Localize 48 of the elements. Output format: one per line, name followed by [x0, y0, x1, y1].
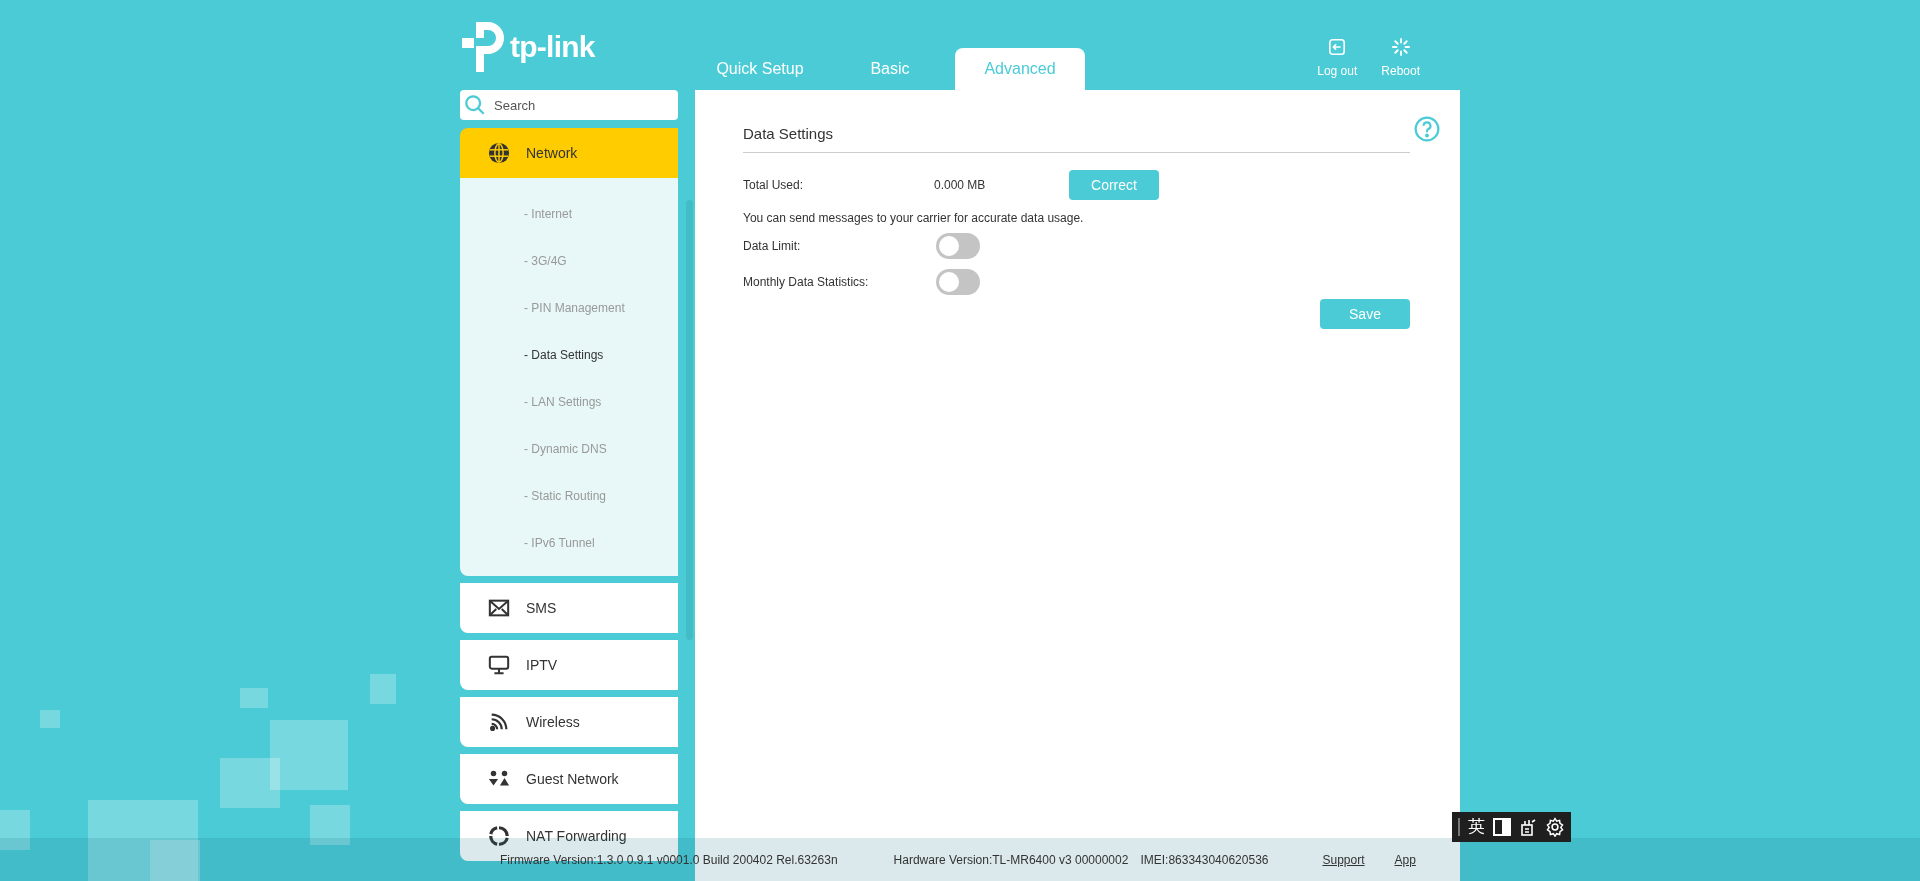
logout-icon [1328, 38, 1347, 56]
field-label: Data Limit: [743, 238, 802, 255]
wifi-signal-icon [488, 711, 510, 733]
nav-tab[interactable]: Quick Setup [695, 48, 825, 90]
logo-text: tp-link [510, 32, 595, 62]
sidebar-item[interactable]: Wireless [460, 697, 678, 747]
reboot-button[interactable]: Reboot [1381, 38, 1420, 80]
help-icon[interactable] [1414, 116, 1440, 142]
toggle-switch[interactable] [936, 233, 980, 259]
submenu-item[interactable]: - IPv6 Tunnel [460, 519, 678, 566]
nav-tab[interactable]: Basic [825, 48, 955, 90]
info-text: You can send messages to your carrier for accurate data usage. [743, 210, 1085, 227]
submenu-item[interactable]: - LAN Settings [460, 378, 678, 425]
hardware-version: Hardware Version:TL-MR6400 v3 00000002 [893, 851, 1129, 869]
logo-icon [460, 22, 506, 72]
sidebar-item[interactable]: Guest Network [460, 754, 678, 804]
globe-icon [488, 142, 510, 164]
half-square-icon[interactable] [1493, 818, 1511, 836]
monitor-icon [488, 654, 510, 676]
input-mode-indicator[interactable]: 英 [1468, 814, 1485, 840]
settings-icon[interactable] [1545, 817, 1565, 837]
nav-tab[interactable]: Advanced [955, 48, 1085, 90]
sidebar-item[interactable]: SMS [460, 583, 678, 633]
submenu-item[interactable]: - Data Settings [460, 331, 678, 378]
sidebar-item[interactable]: IPTV [460, 640, 678, 690]
footer-link[interactable]: Support [1322, 850, 1365, 869]
spinner-icon [1391, 38, 1410, 56]
logout-button[interactable]: Log out [1317, 38, 1358, 80]
submenu-item[interactable]: - PIN Management [460, 284, 678, 331]
correct-button[interactable]: Correct [1069, 170, 1159, 200]
save-button[interactable]: Save [1320, 299, 1410, 329]
field-label: Total Used: [743, 177, 805, 194]
imei-text: IMEI:863343040620536 [1140, 851, 1269, 869]
submenu-item[interactable]: - Dynamic DNS [460, 425, 678, 472]
submenu-item[interactable]: - Internet [460, 190, 678, 237]
submenu-item[interactable]: - 3G/4G [460, 237, 678, 284]
search-field[interactable]: Search [460, 90, 678, 120]
envelope-icon [488, 597, 510, 619]
field-label: Monthly Data Statistics: [743, 274, 870, 291]
submenu-item[interactable]: - Static Routing [460, 472, 678, 519]
footer-link[interactable]: App [1394, 850, 1416, 869]
search-icon [464, 94, 486, 116]
circular-arrows-icon [488, 825, 510, 847]
section-title: Data Settings [743, 125, 834, 142]
sidebar-item[interactable]: Network [460, 128, 678, 178]
toggle-switch[interactable] [936, 269, 980, 295]
field-value: 0.000 MB [934, 177, 987, 194]
tool-icon[interactable] [1519, 818, 1537, 836]
